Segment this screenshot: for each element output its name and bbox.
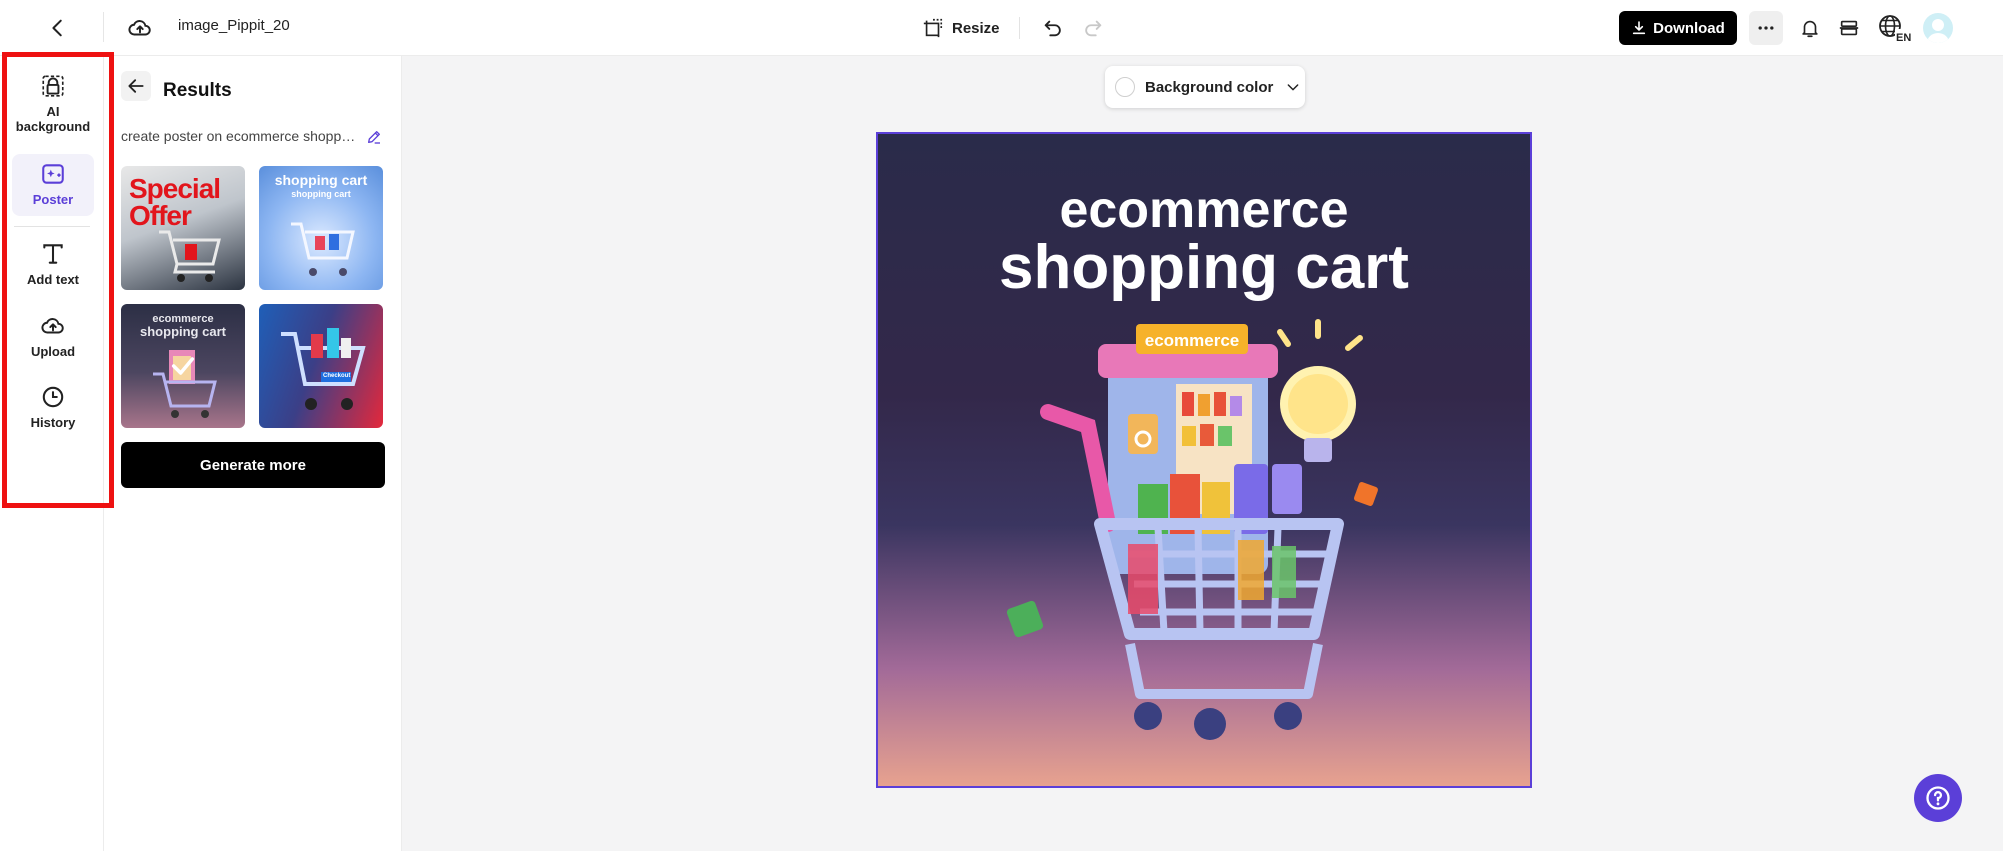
globe-icon: EN <box>1879 15 1911 43</box>
rail-item-add-text[interactable]: Add text <box>12 240 94 292</box>
download-icon <box>1633 21 1646 35</box>
rail-item-upload[interactable]: Upload <box>12 312 94 364</box>
cloud-upload-icon <box>128 20 151 36</box>
shelf-sign-text: ecommerce <box>1145 331 1240 350</box>
tool-rail: AI background Poster Add text Upload His… <box>0 56 104 851</box>
results-panel: Results create poster on ecommerce shopp… <box>104 56 402 851</box>
ai-background-icon <box>39 72 67 100</box>
help-button[interactable] <box>1914 774 1962 822</box>
chevron-left-icon <box>52 19 62 37</box>
shopping-cart-icon <box>159 230 221 282</box>
shopping-cart-icon <box>291 222 355 276</box>
rail-item-label: Add text <box>27 272 79 287</box>
chevron-down-icon <box>1287 84 1299 91</box>
language-button[interactable]: EN <box>1876 12 1912 44</box>
redo-icon <box>1085 20 1102 37</box>
rail-item-ai-background[interactable]: AI background <box>12 72 94 140</box>
resize-button[interactable]: Resize <box>922 14 1000 42</box>
arrow-left-icon <box>128 79 144 93</box>
thumbnail-text: shopping cart <box>274 172 368 188</box>
back-button[interactable] <box>44 14 72 42</box>
thumbnail-text: ecommerce <box>152 313 214 325</box>
rail-item-label: Upload <box>30 344 76 359</box>
background-color-label: Background color <box>1145 78 1274 96</box>
upload-icon <box>39 312 67 340</box>
notifications-button[interactable] <box>1794 12 1826 44</box>
undo-icon <box>1044 20 1061 37</box>
download-label: Download <box>1653 19 1725 37</box>
top-bar: image_Pippit_20 Resize Download EN <box>0 0 2003 56</box>
result-thumbnail[interactable]: Checkout <box>259 304 383 428</box>
color-swatch <box>1115 77 1135 97</box>
rail-item-label: History <box>30 415 76 430</box>
canvas-area: Background color ecommerce shopping cart… <box>402 56 2003 851</box>
more-options-button[interactable] <box>1749 11 1783 45</box>
prompt-text: create poster on ecommerce shopping cart <box>121 128 357 144</box>
divider <box>1019 17 1020 39</box>
redo-button[interactable] <box>1077 12 1109 44</box>
resize-icon <box>923 18 943 38</box>
document-title[interactable]: image_Pippit_20 <box>178 17 290 34</box>
shopping-cart-icon <box>281 328 366 410</box>
panel-title: Results <box>163 80 232 101</box>
rail-item-history[interactable]: History <box>12 383 94 435</box>
history-icon <box>39 383 67 411</box>
thumbnail-subtext: shopping cart <box>291 189 351 199</box>
bell-icon <box>1802 20 1818 38</box>
poster-title-line2[interactable]: shopping cart <box>878 232 1530 303</box>
divider <box>103 12 104 42</box>
storage-button[interactable] <box>1833 12 1865 44</box>
poster-icon <box>39 160 67 188</box>
help-icon <box>1926 786 1950 810</box>
user-avatar-icon <box>1927 19 1949 43</box>
thumbnail-text: Special Offer <box>129 173 221 231</box>
results-back-button[interactable] <box>121 71 151 101</box>
poster-canvas[interactable]: ecommerce shopping cart ecommerce <box>876 132 1532 788</box>
more-horizontal-icon <box>1758 26 1774 30</box>
result-thumbnail[interactable]: shopping cart shopping cart <box>259 166 383 290</box>
edit-prompt-button[interactable] <box>363 126 385 148</box>
poster-title-line1[interactable]: ecommerce <box>878 180 1530 240</box>
avatar[interactable] <box>1923 13 1953 43</box>
divider <box>14 226 90 227</box>
thumbnail-tag: Checkout <box>323 373 351 379</box>
rail-item-label: AI background <box>15 104 91 134</box>
generate-more-button[interactable]: Generate more <box>121 442 385 488</box>
checkmark-icon <box>171 357 195 375</box>
result-thumbnail[interactable]: Special Offer <box>121 166 245 290</box>
shopping-cart-illustration: ecommerce <box>1006 319 1378 740</box>
download-button[interactable]: Download <box>1619 11 1737 45</box>
result-thumbnail[interactable]: ecommerce shopping cart <box>121 304 245 428</box>
background-color-button[interactable]: Background color <box>1105 66 1305 108</box>
cloud-save-button[interactable] <box>124 12 156 44</box>
rail-item-label: Poster <box>32 192 74 207</box>
resize-label: Resize <box>952 19 1000 37</box>
text-icon <box>39 240 67 268</box>
rail-item-poster[interactable]: Poster <box>12 154 94 216</box>
pencil-icon <box>368 131 380 144</box>
thumbnail-subtext: shopping cart <box>140 324 226 339</box>
stack-icon <box>1839 20 1859 36</box>
undo-button[interactable] <box>1037 12 1069 44</box>
language-code: EN <box>1896 32 1911 43</box>
